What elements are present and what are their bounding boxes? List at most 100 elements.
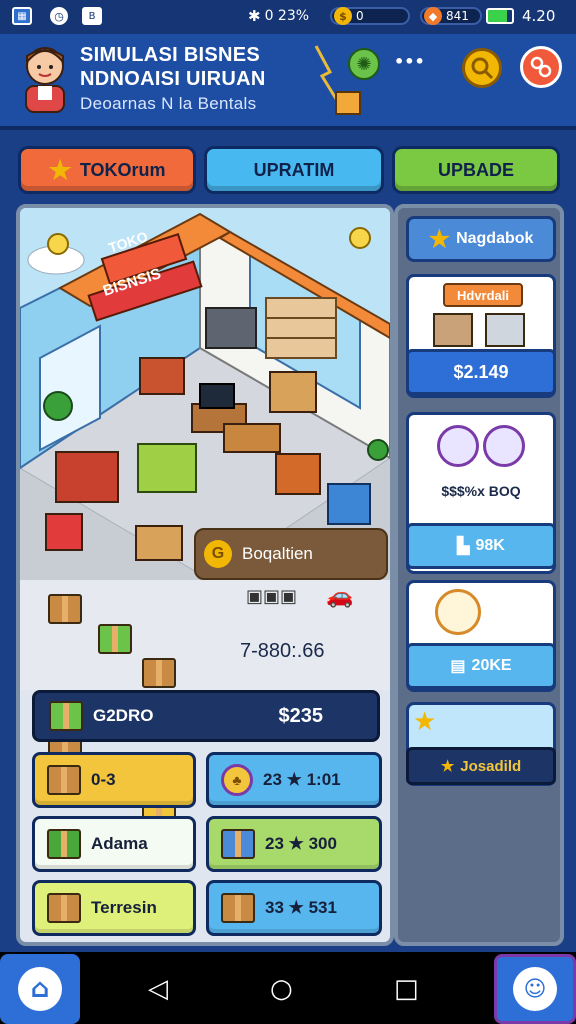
gem-icon: ◆ [424, 7, 442, 25]
inventory-strip: ▣▣▣ 🚗 7-880:.66 [20, 580, 390, 832]
shelf-icon [433, 313, 473, 347]
gear-icon[interactable]: ✺ [348, 48, 380, 80]
chart-icon [483, 425, 525, 467]
coin-icon: G [204, 540, 232, 568]
car-icon: 🚗 [326, 584, 354, 609]
grid-item-6-label: 33 ★ 531 [265, 898, 337, 917]
signal-text: 0 23% [264, 8, 310, 24]
side-card-2-button[interactable]: ▙ 98K [406, 523, 556, 569]
star-icon: ★ [428, 225, 451, 253]
crate-icon [221, 893, 255, 923]
action-badge-label: Boqaltien [242, 544, 313, 563]
grid-item-3-label: Adama [91, 834, 148, 853]
side-card-4-bar[interactable]: ★ Josadild [406, 747, 556, 785]
building-icon: ▙ [457, 538, 470, 555]
search-icon[interactable] [462, 48, 502, 88]
money-bar-label: G2DRO [93, 706, 154, 725]
coins-counter: $ 0 [330, 7, 410, 25]
star-icon: ★ [48, 154, 72, 185]
tab-upbade-label: UPBADE [437, 159, 514, 180]
circle-home-icon[interactable]: ○ [270, 974, 293, 1004]
crate-icon [221, 829, 255, 859]
grid-item-6[interactable]: 33 ★ 531 [206, 880, 382, 936]
side-card-2-button-label: 98K [475, 537, 505, 554]
system-nav-bar: ⌂ ◁ ○ □ ☺ [0, 952, 576, 1024]
coins-text: 0 [356, 9, 364, 23]
crate-icon [142, 658, 176, 688]
tab-toko-label: TOKOrum [79, 159, 166, 180]
player-avatar[interactable] [18, 42, 72, 114]
score-text: 7-880:.66 [240, 640, 325, 662]
small-boxes-icon: ▣▣▣ [246, 586, 298, 607]
gems-counter: ◆ 841 [420, 7, 482, 25]
helper-button[interactable]: ☺ [494, 954, 576, 1024]
grid-item-3[interactable]: Adama [32, 816, 196, 872]
crate-icon [49, 701, 83, 731]
bell-icon: ♣ [221, 764, 253, 796]
crate-icon [47, 829, 81, 859]
crate-icon [48, 594, 82, 624]
game-header: SIMULASI BISNES NDNOAISI UIRUAN Deoarnas… [0, 34, 576, 130]
grid-item-1[interactable]: 0-3 [32, 752, 196, 808]
crate-icon [98, 624, 132, 654]
money-bar-value: $235 [278, 704, 324, 727]
grid-item-1-label: 0-3 [91, 770, 116, 789]
side-card-4[interactable]: ★ ★ Josadild [406, 702, 556, 786]
action-badge[interactable]: G Boqaltien [194, 528, 388, 580]
star-icon: ★ [440, 758, 455, 775]
more-dots-icon[interactable]: ••• [394, 52, 425, 71]
grid-item-5[interactable]: Terresin [32, 880, 196, 936]
tab-upratim[interactable]: UPRATIM [204, 146, 384, 194]
home-icon: ⌂ [18, 967, 62, 1011]
side-top-button-label: Nagdabok [456, 230, 534, 247]
side-card-3-button-label: 20KE [471, 657, 512, 674]
robot-helper-icon: ☺ [513, 967, 557, 1011]
side-card-2-text: $$$%x BOQ [441, 483, 521, 499]
side-panel: ★ Nagdabok Hdvrdali $2.149 $$$%x BOQ ▙ 9… [394, 204, 564, 946]
back-icon[interactable]: ◁ [148, 974, 168, 1004]
grid-item-2-label: 23 ★ 1:01 [263, 770, 341, 789]
side-card-4-label: Josadild [460, 757, 522, 775]
game-title-line1: SIMULASI BISNES [80, 44, 261, 66]
app-icon: B [82, 7, 102, 25]
side-card-1-title: Hdvrdali [443, 283, 523, 307]
home-button[interactable]: ⌂ [0, 954, 80, 1024]
clock: 4.20 [522, 7, 555, 25]
gems-text: 841 [446, 9, 469, 23]
document-icon: ▤ [450, 658, 466, 675]
star-icon: ★ [413, 707, 437, 737]
crate-icon [47, 893, 81, 923]
tab-toko[interactable]: ★ TOKOrum [18, 146, 196, 194]
tab-upratim-label: UPRATIM [253, 159, 335, 180]
crate-icon [47, 765, 81, 795]
grid-item-2[interactable]: ♣ 23 ★ 1:01 [206, 752, 382, 808]
game-title-line2: NDNOAISI UIRUAN [80, 68, 266, 90]
shirt-icon [437, 425, 479, 467]
tab-upbade[interactable]: UPBADE [392, 146, 560, 194]
recent-apps-icon[interactable]: □ [394, 974, 419, 1004]
side-card-1-price: $2.149 [406, 349, 556, 395]
grid-item-4[interactable]: 23 ★ 300 [206, 816, 382, 872]
time-text: 4.20 [522, 7, 556, 25]
side-card-3-button[interactable]: ▤ 20KE [406, 643, 556, 689]
bluetooth-icon: ✱ [248, 7, 261, 25]
store-view-panel: TOKO BISNSIS G Boqaltien ▣▣▣ 🚗 7-880:.66… [16, 204, 394, 946]
side-top-button[interactable]: ★ Nagdabok [406, 216, 556, 262]
phone-icon [435, 589, 481, 635]
signal-group: ✱ 0 23% [248, 7, 309, 25]
gallery-icon: ▦ [12, 7, 32, 25]
shelf-icon [485, 313, 525, 347]
notification-icons: ▦ ◷ B [12, 7, 102, 25]
lightbulb-icon [36, 224, 80, 264]
status-bar: ▦ ◷ B ✱ 0 23% $ 0 ◆ 841 4.20 [0, 0, 576, 34]
side-card-3[interactable]: ▤ 20KE [406, 580, 556, 692]
settings-icon[interactable] [520, 46, 562, 88]
side-card-1[interactable]: Hdvrdali $2.149 [406, 274, 556, 398]
grid-item-5-label: Terresin [91, 898, 157, 917]
timer-icon: ◷ [50, 7, 68, 25]
game-subtitle: Deoarnas N la Bentals [80, 94, 257, 113]
side-card-2[interactable]: $$$%x BOQ ▙ 98K [406, 412, 556, 574]
money-bar: G2DRO $235 [32, 690, 380, 742]
coin-icon: $ [334, 7, 352, 25]
battery-icon [486, 8, 514, 24]
